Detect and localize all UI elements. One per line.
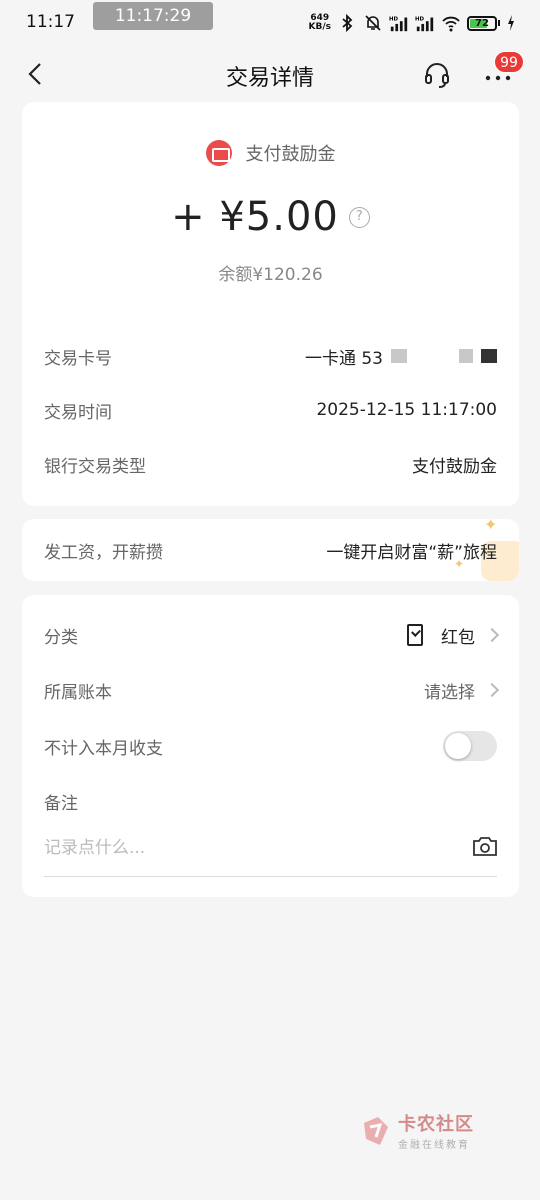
nav-bar: 交易详情	[0, 44, 540, 104]
promo-right: 一键开启财富“薪”旅程	[326, 542, 497, 563]
customer-service-icon[interactable]	[422, 60, 452, 90]
net-speed: 649 KB/s	[308, 13, 331, 32]
source-row: 支付鼓励金	[22, 140, 519, 166]
help-icon[interactable]: ?	[348, 206, 370, 228]
detail-row-card-number: 交易卡号 一卡通 53	[44, 341, 497, 371]
red-packet-icon	[407, 624, 423, 646]
masked-digits	[391, 349, 407, 363]
chevron-right-icon	[484, 627, 500, 643]
svg-text:HD: HD	[389, 16, 399, 22]
exclude-row: 不计入本月收支	[44, 731, 497, 761]
category-value: 红包	[441, 627, 475, 648]
category-row[interactable]: 分类 红包	[44, 620, 500, 650]
source-label: 支付鼓励金	[245, 144, 336, 165]
exclude-label: 不计入本月收支	[44, 738, 163, 759]
book-value: 请选择	[424, 682, 475, 703]
promo-left: 发工资，开薪攒	[44, 542, 163, 563]
amount-row: + ¥5.00 ?	[22, 194, 519, 240]
book-label: 所属账本	[44, 682, 112, 703]
camera-icon[interactable]	[472, 835, 498, 857]
watermark: 卡农社区 金融在线教育	[360, 1110, 474, 1151]
book-row[interactable]: 所属账本 请选择	[44, 675, 500, 705]
chevron-right-icon	[484, 682, 500, 698]
amount: + ¥5.00	[171, 194, 339, 240]
detail-value: 2025-12-15 11:17:00	[316, 400, 497, 420]
notification-badge: 99	[494, 51, 524, 73]
card-icon	[205, 140, 232, 166]
signal-hd-icon-2: HD	[415, 16, 434, 32]
toggle-knob	[445, 733, 471, 759]
screenshot-time-overlay: 11:17:29	[93, 2, 213, 30]
signal-hd-icon: HD	[389, 16, 408, 32]
charging-icon	[508, 15, 514, 31]
sparkle-icon: ✦	[484, 519, 498, 534]
status-icons: 649 KB/s HD HD 72	[309, 10, 516, 36]
promo-row: 发工资，开薪攒 一键开启财富“薪”旅程	[44, 535, 497, 565]
kanong-logo-icon	[364, 1116, 388, 1145]
detail-value: 支付鼓励金	[412, 456, 497, 477]
category-label: 分类	[44, 627, 78, 648]
watermark-sub: 金融在线教育	[398, 1140, 470, 1151]
note-input[interactable]: 记录点什么...	[44, 833, 454, 858]
status-bar: 11:17 11:17:29 649 KB/s HD HD 72	[0, 0, 540, 44]
balance: 余额¥120.26	[218, 265, 323, 285]
wifi-icon	[442, 16, 460, 32]
detail-label: 交易卡号	[44, 348, 112, 369]
detail-value: 一卡通 53	[305, 344, 497, 369]
status-time: 11:17	[26, 12, 75, 32]
exclude-toggle[interactable]	[443, 731, 497, 761]
note-row: 备注	[44, 786, 497, 816]
battery-icon: 72	[467, 15, 500, 31]
masked-digits	[481, 349, 497, 363]
detail-label: 交易时间	[44, 402, 112, 423]
masked-digits	[459, 349, 473, 363]
bluetooth-icon	[342, 13, 353, 33]
note-underline	[44, 876, 497, 877]
detail-row-time: 交易时间 2025-12-15 11:17:00	[44, 395, 497, 425]
mute-bell-icon	[365, 15, 381, 31]
category-card: 分类 红包 所属账本 请选择 不计入本月收支 备注 记录点什么...	[22, 595, 519, 897]
page-title: 交易详情	[225, 66, 314, 91]
detail-row-type: 银行交易类型 支付鼓励金	[44, 449, 497, 479]
transaction-card: 支付鼓励金 + ¥5.00 ? 余额¥120.26 交易卡号 一卡通 53 交易…	[22, 102, 519, 506]
note-label: 备注	[44, 793, 78, 814]
detail-label: 银行交易类型	[44, 456, 146, 477]
svg-text:HD: HD	[415, 16, 425, 22]
watermark-main: 卡农社区	[398, 1114, 474, 1135]
promo-banner[interactable]: ✦ ✦ 发工资，开薪攒 一键开启财富“薪”旅程	[22, 519, 519, 581]
